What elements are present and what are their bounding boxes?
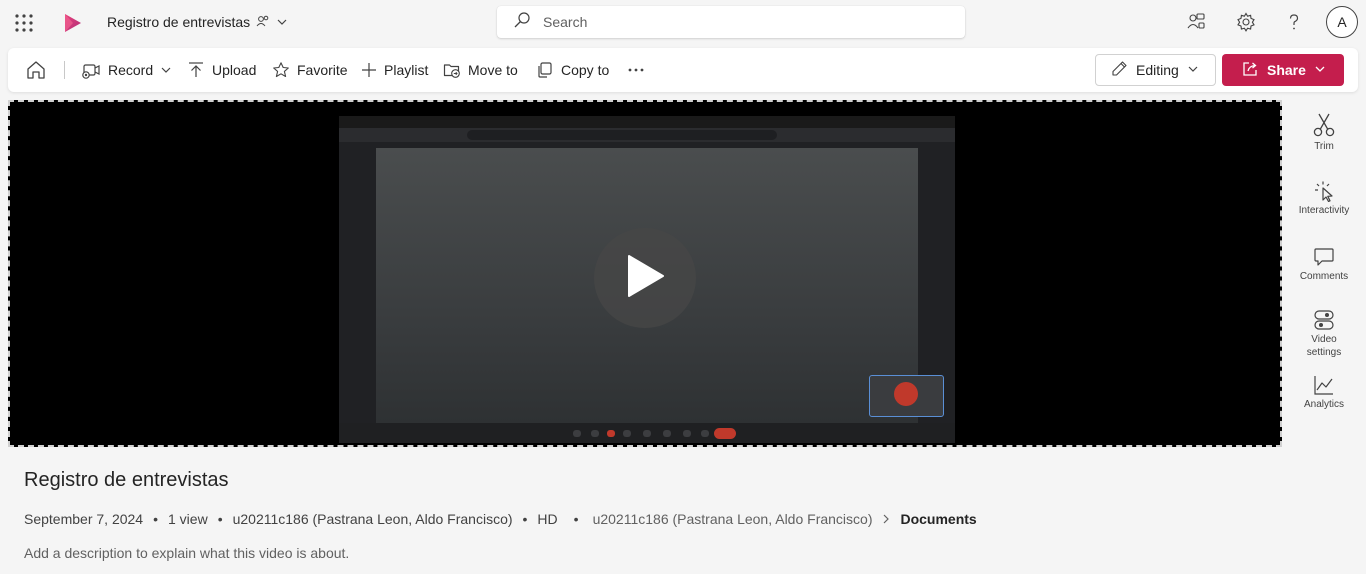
document-title-text: Registro de entrevistas (107, 14, 251, 30)
scissors-icon (1312, 112, 1336, 138)
search-input[interactable] (543, 14, 943, 30)
upload-button[interactable]: Upload (187, 48, 256, 92)
record-label: Record (108, 62, 154, 78)
move-icon (443, 61, 461, 79)
move-to-label: Move to (468, 62, 518, 78)
command-bar: Record Upload Favorite Playlist Move to … (8, 48, 1358, 92)
plus-icon (361, 62, 377, 78)
home-button[interactable] (25, 48, 47, 92)
share-icon (1242, 60, 1259, 80)
recorded-browser-tabs (339, 116, 955, 128)
chevron-right-icon (880, 513, 892, 525)
move-to-button[interactable]: Move to (443, 48, 518, 92)
analytics-button[interactable]: Analytics (1290, 374, 1358, 412)
favorite-label: Favorite (297, 62, 348, 78)
playlist-button[interactable]: Playlist (361, 48, 428, 92)
chevron-down-icon (160, 64, 172, 76)
chevron-down-icon (1314, 62, 1326, 78)
more-icon (627, 61, 645, 79)
comment-icon (1313, 246, 1335, 268)
separator-dot: • (522, 511, 528, 527)
chevron-down-icon (1187, 62, 1199, 78)
help-icon[interactable] (1283, 11, 1305, 33)
share-label: Share (1267, 62, 1306, 78)
trim-label: Trim (1314, 141, 1334, 152)
comments-label: Comments (1299, 271, 1349, 282)
recorded-browser-urlbar (339, 128, 955, 142)
analytics-label: Analytics (1303, 399, 1344, 410)
recorded-participant-tile (869, 375, 944, 417)
description-placeholder[interactable]: Add a description to explain what this v… (24, 545, 349, 561)
copy-to-button[interactable]: Copy to (536, 48, 609, 92)
quality-badge: HD (537, 511, 558, 527)
video-settings-icon (1313, 309, 1335, 331)
video-settings-button[interactable]: Video settings (1290, 309, 1358, 359)
document-title[interactable]: Registro de entrevistas (107, 14, 288, 30)
record-icon (81, 60, 101, 80)
upload-date: September 7, 2024 (24, 511, 144, 527)
record-button[interactable]: Record (81, 48, 172, 92)
favorite-button[interactable]: Favorite (272, 48, 348, 92)
analytics-icon (1313, 374, 1335, 396)
star-icon (272, 61, 290, 79)
share-button[interactable]: Share (1222, 54, 1344, 86)
more-button[interactable] (627, 48, 645, 92)
search-box[interactable] (497, 6, 965, 38)
video-settings-label: Video settings (1306, 334, 1342, 358)
view-count: 1 view (168, 511, 208, 527)
location-folder-link[interactable]: Documents (900, 511, 976, 527)
avatar[interactable]: A (1326, 6, 1358, 38)
interactivity-icon (1313, 180, 1335, 202)
share-people-icon (256, 15, 270, 29)
owner-name[interactable]: u20211c186 (Pastrana Leon, Aldo Francisc… (233, 511, 513, 527)
upload-label: Upload (212, 62, 257, 78)
editing-label: Editing (1136, 62, 1179, 78)
trim-button[interactable]: Trim (1290, 112, 1358, 154)
comments-button[interactable]: Comments (1290, 246, 1358, 284)
feedback-icon[interactable] (1185, 11, 1207, 33)
search-icon (513, 11, 531, 34)
command-divider (64, 61, 65, 79)
pencil-icon (1111, 60, 1128, 80)
interactivity-label: Interactivity (1298, 205, 1350, 216)
play-icon (623, 253, 667, 304)
video-metadata: September 7, 2024 • 1 view • u20211c186 … (24, 511, 977, 527)
upload-icon (187, 61, 205, 79)
settings-icon[interactable] (1235, 11, 1257, 33)
location-owner-link[interactable]: u20211c186 (Pastrana Leon, Aldo Francisc… (593, 511, 873, 527)
video-title: Registro de entrevistas (24, 469, 229, 491)
copy-to-label: Copy to (561, 62, 610, 78)
stream-logo-icon[interactable] (62, 12, 84, 34)
separator-dot: • (153, 511, 158, 527)
separator-dot: • (217, 511, 223, 527)
editing-mode-button[interactable]: Editing (1095, 54, 1216, 86)
chevron-down-icon (276, 16, 288, 28)
separator-dot: • (573, 511, 579, 527)
app-header: Registro de entrevistas A (0, 0, 1366, 46)
play-button[interactable] (594, 228, 696, 328)
waffle-icon[interactable] (14, 13, 34, 33)
playlist-label: Playlist (384, 62, 429, 78)
copy-icon (536, 61, 554, 79)
video-player[interactable] (8, 100, 1282, 447)
interactivity-button[interactable]: Interactivity (1290, 180, 1358, 218)
home-icon (25, 59, 47, 81)
